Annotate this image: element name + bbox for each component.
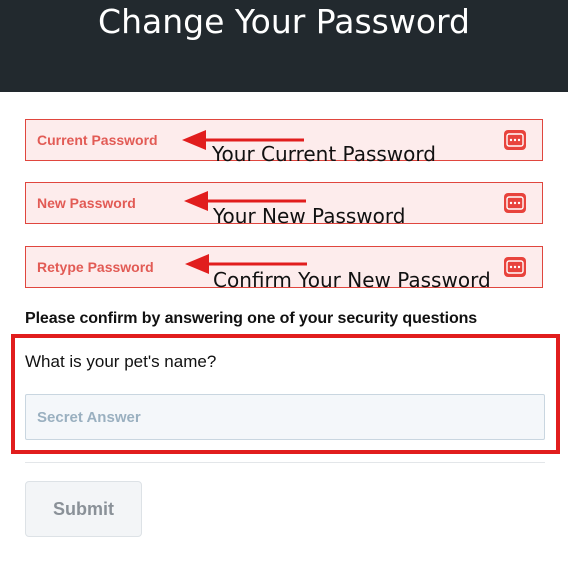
secret-answer-field[interactable]	[25, 394, 545, 440]
divider	[25, 462, 545, 463]
security-question-text: What is your pet's name?	[25, 352, 217, 371]
security-question-heading: Please confirm by answering one of your …	[25, 310, 478, 327]
secret-answer-input[interactable]	[26, 395, 544, 439]
page-header: Change Your Password	[0, 0, 568, 92]
annotation-current-password: Your Current Password	[212, 142, 436, 166]
password-dots-icon[interactable]	[504, 257, 526, 277]
password-dots-icon[interactable]	[504, 193, 526, 213]
password-dots-icon[interactable]	[504, 130, 526, 150]
submit-button[interactable]: Submit	[25, 481, 142, 537]
page-title: Change Your Password	[98, 2, 470, 41]
annotation-new-password: Your New Password	[213, 204, 406, 228]
annotation-retype-password: Confirm Your New Password	[213, 268, 491, 292]
